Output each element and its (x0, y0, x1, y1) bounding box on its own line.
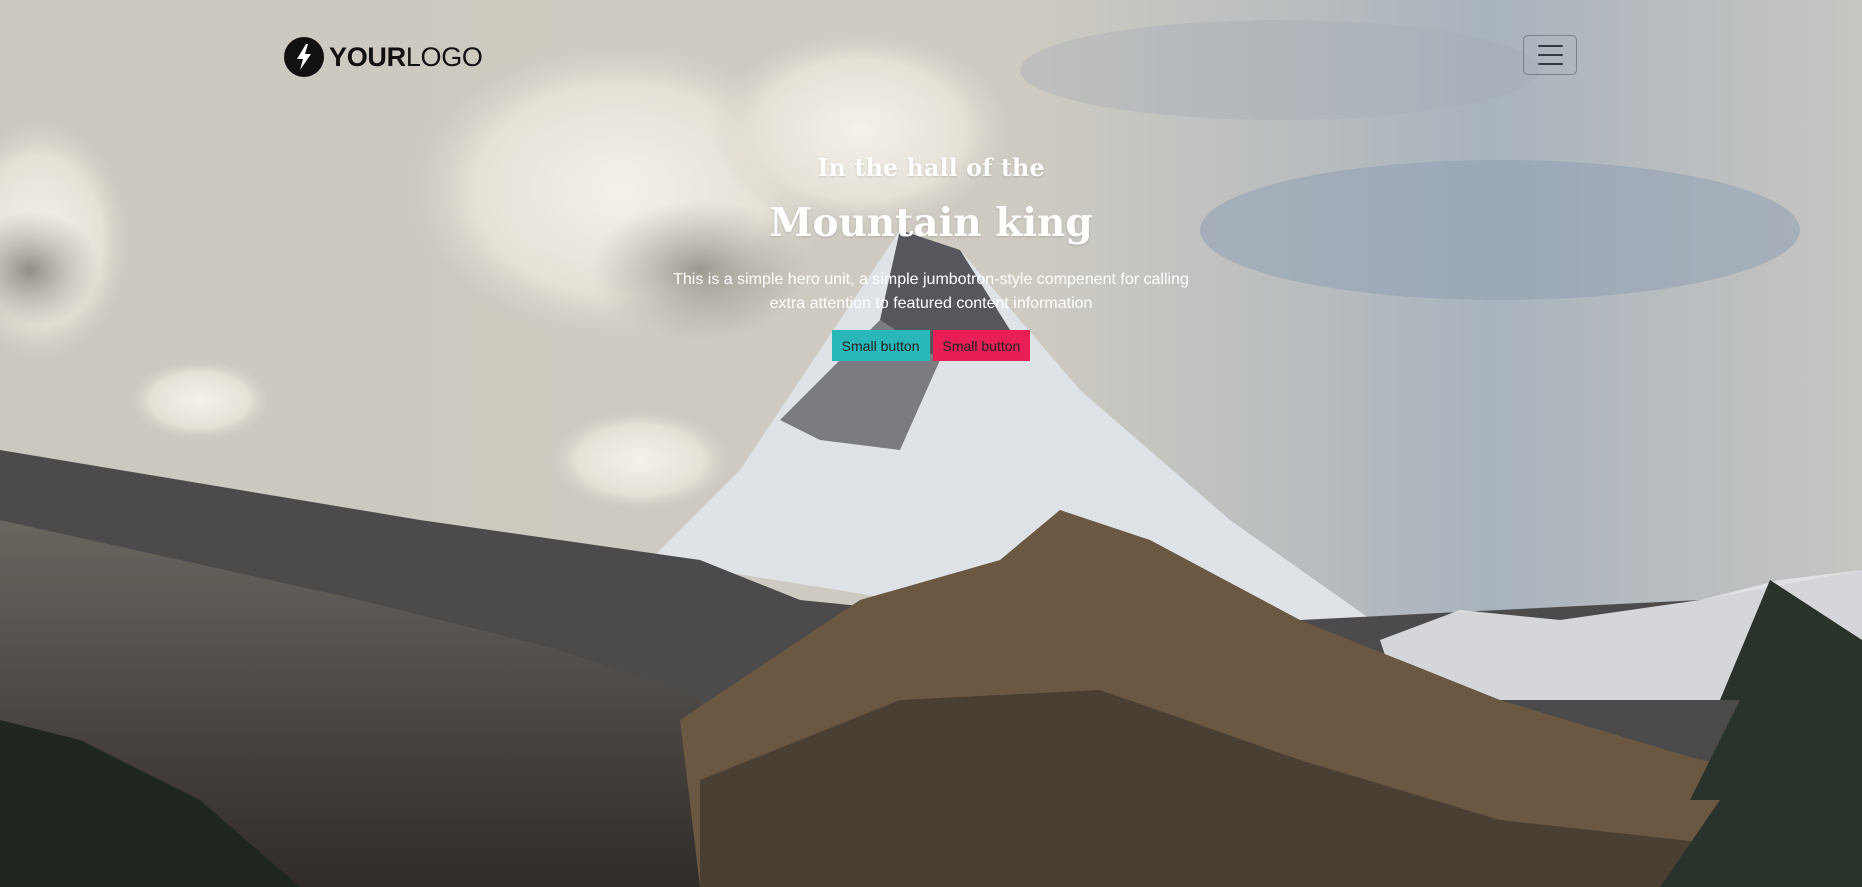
navbar: YOURLOGO (0, 0, 1862, 110)
mountain-background-image (0, 0, 1862, 887)
small-button-primary[interactable]: Small button (831, 330, 930, 361)
hamburger-menu-icon (1537, 63, 1563, 65)
logo-text-strong: YOUR (329, 41, 406, 72)
hero-title: Mountain king (769, 200, 1093, 246)
hero-kicker: In the hall of the (817, 153, 1045, 182)
hamburger-menu-icon (1537, 54, 1563, 56)
hero-actions: Small button Small button (631, 330, 1231, 361)
menu-toggle-button[interactable] (1523, 35, 1577, 75)
logo-text-light: LOGO (405, 41, 483, 72)
lightning-bolt-icon (284, 37, 324, 77)
hamburger-menu-icon (1537, 45, 1563, 47)
hero-content: In the hall of the Mountain king This is… (631, 148, 1231, 361)
hero-section: YOURLOGO In the hall of the Mountain kin… (0, 0, 1862, 887)
brand-logo[interactable]: YOURLOGO (284, 36, 483, 78)
logo-text: YOURLOGO (329, 41, 483, 72)
hero-lead-text: This is a simple hero unit, a simple jum… (673, 271, 1189, 312)
small-button-secondary[interactable]: Small button (932, 330, 1031, 361)
